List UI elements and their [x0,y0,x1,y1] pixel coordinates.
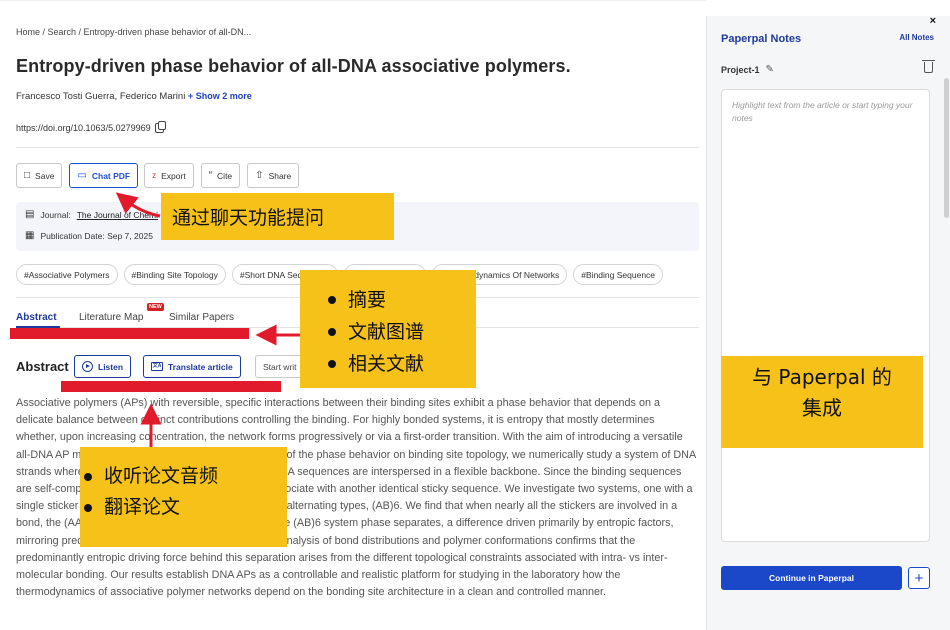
tag-chip[interactable]: #Associative Polymers [16,264,118,285]
bookmark-icon: □ [24,169,31,181]
quote-icon: “ [208,169,213,181]
annotation-bullet: 相关文献 [326,348,476,380]
new-badge: NEW [147,303,164,311]
add-note-button[interactable]: + [908,567,930,589]
journal-row: ▤ Journal: The Journal of Chemi [25,209,158,221]
translate-icon: 文A [151,362,163,371]
notes-panel: × Paperpal Notes All Notes Project-1 ✎ H… [706,15,950,630]
export-icon: z [152,170,157,180]
share-icon: ⇧ [255,169,264,181]
publication-date-row: ▦ Publication Date: Sep 7, 2025 [25,230,153,242]
listen-button[interactable]: Listen [74,355,132,378]
abstract-heading: Abstract [16,359,69,374]
save-button[interactable]: □ Save [16,163,63,188]
annotation-red-bar [10,328,249,339]
all-notes-link[interactable]: All Notes [899,33,934,42]
continue-in-paperpal-button[interactable]: Continue in Paperpal [721,566,902,590]
journal-link[interactable]: The Journal of Chemi [77,210,158,220]
doi: https://doi.org/10.1063/5.0279969 [16,121,166,133]
annotation-bullet: 收听论文音频 [82,461,287,492]
panel-title: Paperpal Notes [721,33,802,45]
breadcrumb[interactable]: Home / Search / Entropy-driven phase beh… [16,27,251,37]
project-name[interactable]: Project-1 ✎ [721,64,774,75]
page-title: Entropy-driven phase behavior of all-DNA… [16,56,571,76]
annotation-line: 与 Paperpal 的 [752,365,892,389]
chat-icon: ▭ [77,169,87,181]
annotation-listen: 收听论文音频 翻译论文 [80,447,287,547]
divider [16,147,699,148]
annotation-bullet: 摘要 [326,284,476,316]
close-icon[interactable]: × [930,15,936,27]
tab-abstract[interactable]: Abstract [16,312,57,323]
tag-chip[interactable]: #Binding Sequence [573,264,664,285]
cite-button[interactable]: “ Cite [200,163,241,188]
annotation-integration: 与 Paperpal 的 集成 [721,356,923,448]
export-button[interactable]: z Export [144,163,194,188]
tag-chip[interactable]: #Binding Site Topology [123,264,226,285]
annotation-tabs: 摘要 文献图谱 相关文献 [300,270,476,388]
pencil-icon[interactable]: ✎ [766,64,774,75]
trash-icon[interactable] [922,60,935,73]
annotation-bullet: 文献图谱 [326,316,476,348]
share-button[interactable]: ⇧ Share [247,163,300,188]
document-icon: ▤ [25,209,35,220]
tab-literature-map[interactable]: Literature Map [79,312,143,323]
calendar-icon: ▦ [25,230,35,241]
translate-article-button[interactable]: 文A Translate article [143,355,241,378]
annotation-bullet: 翻译论文 [82,492,287,523]
author-names: Francesco Tosti Guerra, Federico Marini [16,91,186,102]
annotation-red-bar [61,381,281,392]
scrollbar[interactable] [944,78,949,218]
tab-similar-papers[interactable]: Similar Papers [169,312,234,323]
play-icon [82,361,93,372]
show-more-authors-link[interactable]: + Show 2 more [188,91,252,101]
start-writing-button[interactable]: Start writ [255,355,305,378]
authors: Francesco Tosti Guerra, Federico Marini … [16,91,252,102]
copy-icon[interactable] [154,121,166,133]
notes-textarea[interactable]: Highlight text from the article or start… [721,89,930,542]
annotation-line: 集成 [802,396,842,420]
doi-link[interactable]: https://doi.org/10.1063/5.0279969 [16,123,151,133]
annotation-chat: 通过聊天功能提问 [161,193,394,240]
action-toolbar: □ Save ▭ Chat PDF z Export “ Cite ⇧ Shar… [16,163,300,188]
chat-pdf-button[interactable]: ▭ Chat PDF [69,163,139,188]
